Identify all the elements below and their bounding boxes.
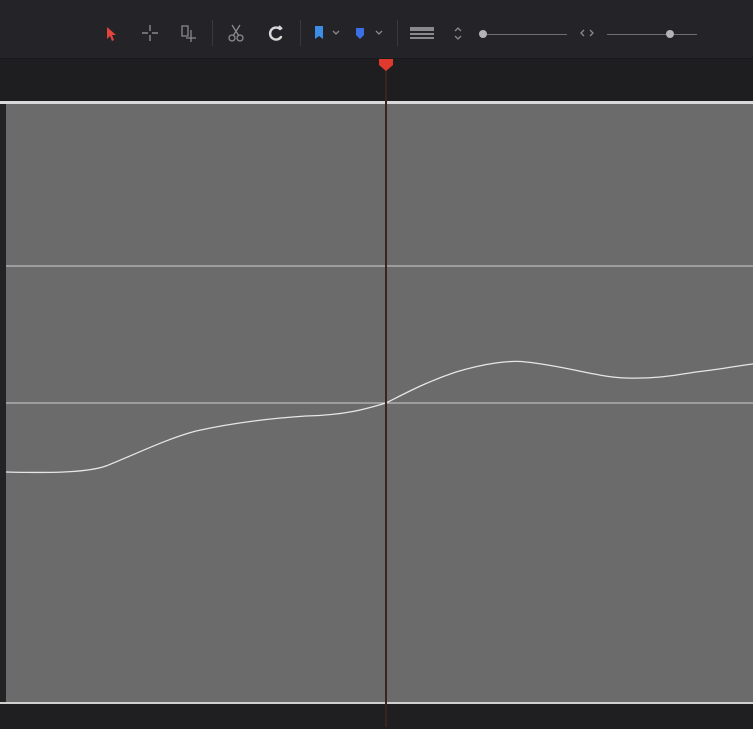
blade-edit-icon: [181, 25, 196, 42]
up-down-arrows-icon: [454, 27, 462, 40]
flag-dropdown-button[interactable]: [310, 20, 346, 46]
zoom-slider-knob[interactable]: [666, 30, 674, 38]
toolbar-separator: [212, 20, 213, 46]
dynamic-trim-tool-button[interactable]: [177, 20, 199, 46]
keyframe-curve[interactable]: [5, 360, 753, 474]
marker-icon: [356, 28, 383, 39]
playhead-marker-icon: [379, 59, 393, 71]
playhead-line[interactable]: [385, 66, 387, 727]
zoom-button[interactable]: [576, 20, 598, 46]
arrow-pointer-icon: [107, 27, 116, 41]
magnet-icon: [268, 25, 283, 41]
trim-tool-button[interactable]: [139, 20, 161, 46]
curve-editor-graph[interactable]: [5, 104, 753, 702]
track-height-button[interactable]: [449, 20, 471, 46]
bottom-bar: [0, 702, 753, 729]
crosshair-icon: [142, 25, 158, 41]
flag-icon: [315, 26, 340, 39]
timeline-ruler[interactable]: [0, 59, 753, 101]
toolbar: [0, 0, 753, 59]
marker-dropdown-button[interactable]: [350, 20, 386, 46]
snapping-toggle-button[interactable]: [265, 20, 287, 46]
blade-tool-button[interactable]: [225, 20, 247, 46]
zoom-slider[interactable]: [607, 34, 697, 35]
track-view-button[interactable]: [408, 20, 436, 46]
selection-tool-button[interactable]: [101, 20, 123, 46]
scissors-icon: [228, 24, 244, 42]
track-lines-icon: [410, 27, 434, 39]
toolbar-separator: [397, 20, 398, 46]
zoom-arrows-icon: [580, 29, 594, 37]
curve-graph-svg: [5, 265, 753, 474]
track-height-slider-knob[interactable]: [479, 30, 487, 38]
toolbar-separator: [300, 20, 301, 46]
playhead-handle[interactable]: [378, 58, 394, 77]
track-height-slider[interactable]: [487, 34, 567, 35]
